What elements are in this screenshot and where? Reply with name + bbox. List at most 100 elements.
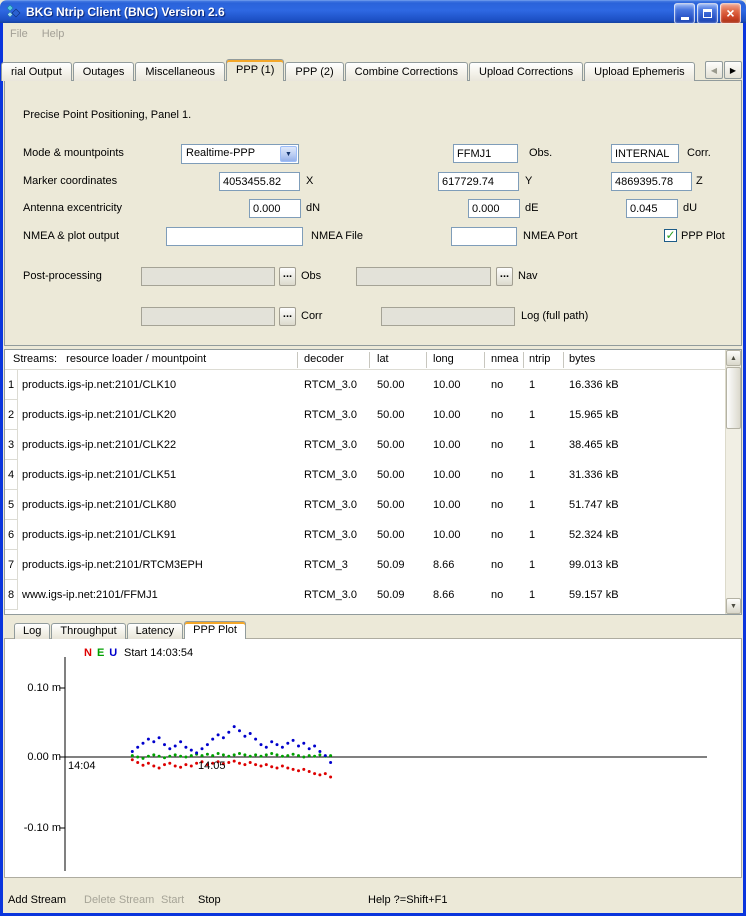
combobox-dropdown-button[interactable]: ▼ (280, 146, 297, 162)
marker-y-field[interactable] (438, 172, 519, 191)
menu-help[interactable]: Help (35, 26, 72, 42)
table-row[interactable]: 4 products.igs-ip.net:2101/CLK51 RTCM_3.… (5, 460, 725, 490)
marker-x-label: X (306, 175, 313, 187)
marker-y-label: Y (525, 175, 532, 187)
ppp-plot-svg (5, 639, 741, 877)
table-row[interactable]: 3 products.igs-ip.net:2101/CLK22 RTCM_3.… (5, 430, 725, 460)
tab-scroll-right-button[interactable]: ▶ (724, 61, 742, 79)
corr-mountpoint-field[interactable] (611, 144, 679, 163)
cell-lat: 50.00 (377, 400, 405, 430)
cell-long: 10.00 (433, 520, 461, 550)
table-row[interactable]: 7 products.igs-ip.net:2101/RTCM3EPH RTCM… (5, 550, 725, 580)
obs-label: Obs. (529, 147, 552, 159)
stop-button[interactable]: Stop (198, 894, 221, 906)
nmea-file-label: NMEA File (311, 230, 363, 242)
cell-bytes: 38.465 kB (569, 430, 619, 460)
delete-stream-button[interactable]: Delete Stream (84, 894, 154, 906)
tab-ppp-2[interactable]: PPP (2) (285, 62, 343, 81)
nmea-port-label: NMEA Port (523, 230, 577, 242)
minimize-button[interactable] (674, 3, 695, 24)
scroll-up-button[interactable]: ▲ (726, 350, 741, 366)
scrollbar-thumb[interactable] (726, 367, 741, 429)
legend-east: E (97, 647, 104, 659)
table-row[interactable]: 2 products.igs-ip.net:2101/CLK20 RTCM_3.… (5, 400, 725, 430)
cell-bytes: 52.324 kB (569, 520, 619, 550)
post-obs-label: Obs (301, 270, 321, 282)
nmea-file-field[interactable] (166, 227, 303, 246)
cell-mountpoint: products.igs-ip.net:2101/CLK91 (22, 520, 176, 550)
cell-ntrip: 1 (529, 550, 535, 580)
plot-legend: N E U (84, 647, 117, 659)
tab-outages[interactable]: Outages (73, 62, 135, 81)
post-obs-field (141, 267, 275, 286)
tab-throughput[interactable]: Throughput (51, 623, 125, 639)
close-button[interactable]: × (720, 3, 741, 24)
cell-mountpoint: products.igs-ip.net:2101/CLK51 (22, 460, 176, 490)
tab-combine-corrections[interactable]: Combine Corrections (345, 62, 468, 81)
marker-z-field[interactable] (611, 172, 692, 191)
row-number: 1 (5, 370, 18, 400)
maximize-button[interactable] (697, 3, 718, 24)
add-stream-button[interactable]: Add Stream (8, 894, 66, 906)
cell-decoder: RTCM_3.0 (304, 520, 357, 550)
post-obs-browse-button[interactable]: ... (279, 267, 296, 286)
titlebar[interactable]: BKG Ntrip Client (BNC) Version 2.6 × (0, 0, 746, 23)
cell-ntrip: 1 (529, 460, 535, 490)
cell-nmea: no (491, 460, 503, 490)
tab-upload-corrections[interactable]: Upload Corrections (469, 62, 583, 81)
ppp-plot-checkbox[interactable]: ✓ (664, 229, 677, 242)
close-icon: × (726, 5, 734, 22)
tab-scroll-left-button[interactable]: ◀ (705, 61, 723, 79)
antenna-de-field[interactable] (468, 199, 520, 218)
tab-log[interactable]: Log (14, 623, 50, 639)
row-number: 8 (5, 580, 18, 610)
cell-ntrip: 1 (529, 580, 535, 610)
cell-lat: 50.00 (377, 370, 405, 400)
post-log-label: Log (full path) (521, 310, 588, 322)
streams-table-header: Streams: resource loader / mountpoint de… (5, 350, 725, 370)
nmea-port-field[interactable] (451, 227, 517, 246)
app-icon[interactable] (6, 4, 21, 19)
cell-long: 10.00 (433, 490, 461, 520)
mode-combobox[interactable]: Realtime-PPP ▼ (181, 144, 299, 164)
ppp-plot-panel: N E U Start 14:03:54 0.10 m 0.00 m -0.10… (4, 638, 742, 878)
post-nav-browse-button[interactable]: ... (496, 267, 513, 286)
start-button[interactable]: Start (161, 894, 184, 906)
panel-heading: Precise Point Positioning, Panel 1. (23, 109, 191, 121)
cell-long: 10.00 (433, 460, 461, 490)
antenna-du-label: dU (683, 202, 697, 214)
tab-serial-output[interactable]: rial Output (1, 62, 72, 81)
antenna-dn-field[interactable] (249, 199, 301, 218)
vertical-scrollbar[interactable]: ▲ ▼ (725, 350, 741, 614)
ppp-plot-label: PPP Plot (681, 230, 725, 242)
cell-bytes: 99.013 kB (569, 550, 619, 580)
marker-x-field[interactable] (219, 172, 300, 191)
arrow-down-icon: ▼ (730, 603, 737, 610)
col-lat: lat (377, 353, 389, 365)
tab-upload-ephemeris[interactable]: Upload Ephemeris (584, 62, 695, 81)
post-corr-browse-button[interactable]: ... (279, 307, 296, 326)
cell-nmea: no (491, 430, 503, 460)
antenna-du-field[interactable] (626, 199, 678, 218)
tab-ppp-plot[interactable]: PPP Plot (184, 621, 246, 639)
obs-mountpoint-field[interactable] (453, 144, 518, 163)
table-row[interactable]: 5 products.igs-ip.net:2101/CLK80 RTCM_3.… (5, 490, 725, 520)
table-row[interactable]: 1 products.igs-ip.net:2101/CLK10 RTCM_3.… (5, 370, 725, 400)
row-number: 5 (5, 490, 18, 520)
cell-lat: 50.09 (377, 580, 405, 610)
post-log-field (381, 307, 515, 326)
cell-long: 8.66 (433, 580, 454, 610)
row-number: 6 (5, 520, 18, 550)
menu-file[interactable]: File (3, 26, 35, 42)
tab-latency[interactable]: Latency (127, 623, 184, 639)
chevron-right-icon: ▶ (730, 66, 736, 75)
post-nav-label: Nav (518, 270, 538, 282)
cell-mountpoint: products.igs-ip.net:2101/CLK10 (22, 370, 176, 400)
nmea-label: NMEA & plot output (23, 230, 119, 242)
tab-miscellaneous[interactable]: Miscellaneous (135, 62, 225, 81)
tab-ppp-1[interactable]: PPP (1) (226, 59, 284, 81)
table-row[interactable]: 6 products.igs-ip.net:2101/CLK91 RTCM_3.… (5, 520, 725, 550)
scroll-down-button[interactable]: ▼ (726, 598, 741, 614)
table-row[interactable]: 8 www.igs-ip.net:2101/FFMJ1 RTCM_3.0 50.… (5, 580, 725, 610)
cell-lat: 50.00 (377, 460, 405, 490)
